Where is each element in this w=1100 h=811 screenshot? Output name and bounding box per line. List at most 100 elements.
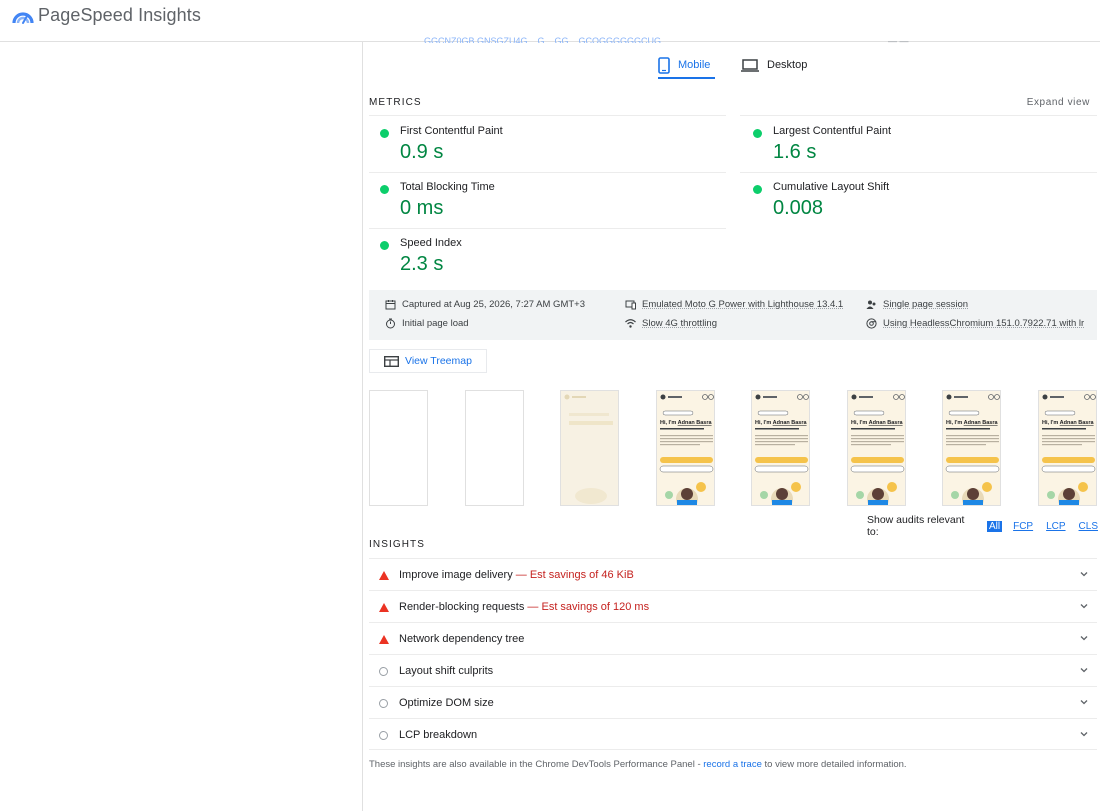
thumbnail-headline-name: Adnan Basra — [773, 420, 808, 426]
chevron-down-icon[interactable] — [1079, 665, 1089, 675]
captured-at-text: Captured at Aug 25, 2026, 7:27 AM GMT+3 — [402, 299, 585, 310]
left-divider — [362, 42, 363, 811]
devtools-note-prefix: These insights are also available in the… — [369, 759, 704, 770]
device-icon — [625, 300, 636, 310]
insight-layout-shift-culprits[interactable]: Layout shift culprits — [369, 654, 1097, 686]
insight-title: Improve image delivery — Est savings of … — [399, 569, 634, 581]
audit-filter-bar: Show audits relevant to: All FCP LCP CLS — [867, 514, 1100, 538]
thumbnail-headline-name: Adnan Basra — [678, 420, 713, 426]
chevron-down-icon[interactable] — [1079, 729, 1089, 739]
filmstrip-thumbnail: Hi, I'm Adnan Basra — [754, 394, 809, 505]
tab-desktop[interactable]: Desktop — [741, 50, 807, 80]
session-type[interactable]: Single page session — [866, 299, 968, 310]
timer-icon — [386, 318, 395, 329]
insight-savings: — Est savings of 46 KiB — [515, 569, 634, 581]
info-circle-icon — [379, 699, 388, 708]
laptop-icon — [741, 58, 759, 72]
metric-label: Largest Contentful Paint — [773, 125, 892, 137]
metric-value: 0 ms — [400, 197, 444, 219]
browser-text: Using HeadlessChromium 151.0.7922.71 wit… — [883, 318, 1085, 329]
thumbnail-headline-prefix: Hi, I'm — [660, 420, 676, 426]
pass-dot-icon — [753, 129, 762, 138]
metric-value: 2.3 s — [400, 253, 444, 275]
metrics-heading: METRICS — [369, 97, 422, 108]
pagespeed-logo-icon[interactable] — [12, 7, 34, 27]
svg-text:Hi, I'm Adnan Basra: Hi, I'm Adnan Basra — [660, 420, 712, 426]
insight-title: Layout shift culprits — [399, 665, 494, 677]
devtools-note-suffix: to view more detailed information. — [761, 759, 907, 770]
record-trace-link[interactable]: record a trace — [703, 759, 762, 770]
pass-dot-icon — [380, 185, 389, 194]
tab-desktop-label: Desktop — [767, 59, 808, 71]
metric-value: 1.6 s — [773, 141, 817, 163]
chevron-down-icon[interactable] — [1079, 633, 1089, 643]
filmstrip-frame: Hi, I'm Adnan Basra — [1038, 390, 1097, 506]
filmstrip-thumbnail: Hi, I'm Adnan Basra — [1041, 394, 1096, 505]
audit-filter-fcp[interactable]: FCP — [1011, 521, 1035, 532]
insight-savings: — Est savings of 120 ms — [527, 601, 650, 613]
expand-view-button[interactable]: Expand view — [1027, 97, 1090, 108]
clipped-summary-text-right: — — — [888, 36, 909, 43]
wifi-icon — [625, 319, 636, 328]
app-title[interactable]: PageSpeed Insights — [38, 5, 201, 26]
thumbnail-headline-name: Adnan Basra — [869, 420, 904, 426]
emulated-device[interactable]: Emulated Moto G Power with Lighthouse 13… — [625, 299, 843, 310]
thumbnail-headline-prefix: Hi, I'm — [1042, 420, 1058, 426]
insight-optimize-dom-size[interactable]: Optimize DOM size — [369, 686, 1097, 718]
filmstrip-thumbnail: Hi, I'm Adnan Basra — [659, 394, 714, 505]
audit-filter-all[interactable]: All — [986, 520, 1003, 532]
metric-label: First Contentful Paint — [400, 125, 503, 137]
clipped-summary-text: GGCNZ0GB GNSGZU4G... G... GG... GCOGGGGG… — [424, 36, 669, 43]
insight-network-dependency-tree[interactable]: Network dependency tree — [369, 622, 1097, 654]
thumbnail-headline-prefix: Hi, I'm — [946, 420, 962, 426]
pass-dot-icon — [380, 241, 389, 250]
pass-dot-icon — [380, 129, 389, 138]
svg-text:Hi, I'm Adnan Basra: Hi, I'm Adnan Basra — [755, 420, 807, 426]
insight-improve-image-delivery[interactable]: Improve image delivery — Est savings of … — [369, 558, 1097, 590]
insight-render-blocking-requests[interactable]: Render-blocking requests — Est savings o… — [369, 590, 1097, 622]
browser-version[interactable]: Using HeadlessChromium 151.0.7922.71 wit… — [866, 318, 1084, 329]
metric-divider — [740, 172, 1097, 173]
session-text: Single page session — [883, 299, 969, 310]
chevron-down-icon[interactable] — [1079, 569, 1089, 579]
metric-divider — [369, 228, 726, 229]
thumbnail-headline-name: Adnan Basra — [1060, 420, 1095, 426]
tab-mobile-label: Mobile — [678, 59, 711, 71]
audit-filter-cls[interactable]: CLS — [1077, 521, 1100, 532]
treemap-icon — [384, 355, 399, 367]
metric-value: 0.008 — [773, 197, 824, 219]
tab-mobile[interactable]: Mobile — [658, 50, 710, 80]
page-load-type: Initial page load — [385, 318, 469, 329]
page-load-text: Initial page load — [402, 318, 469, 329]
filmstrip-thumbnail — [564, 394, 613, 504]
pass-dot-icon — [753, 185, 762, 194]
run-info-panel: Captured at Aug 25, 2026, 7:27 AM GMT+3 … — [369, 290, 1097, 340]
chrome-icon — [866, 318, 877, 329]
view-treemap-button[interactable]: View Treemap — [369, 349, 487, 373]
filmstrip-frame: Hi, I'm Adnan Basra — [942, 390, 1001, 506]
phone-icon — [658, 56, 670, 74]
insight-lcp-breakdown[interactable]: LCP breakdown — [369, 718, 1097, 750]
fail-triangle-icon — [379, 603, 389, 612]
active-tab-indicator — [658, 77, 715, 79]
thumbnail-headline-prefix: Hi, I'm — [755, 420, 771, 426]
filmstrip-thumbnail: Hi, I'm Adnan Basra — [850, 394, 905, 505]
svg-text:Hi, I'm Adnan Basra: Hi, I'm Adnan Basra — [946, 420, 998, 426]
metric-label: Total Blocking Time — [400, 181, 495, 193]
fail-triangle-icon — [379, 635, 389, 644]
network-throttling[interactable]: Slow 4G throttling — [625, 318, 717, 329]
view-treemap-label: View Treemap — [405, 355, 472, 367]
chevron-down-icon[interactable] — [1079, 601, 1089, 611]
filmstrip-frame: Hi, I'm Adnan Basra — [751, 390, 810, 506]
info-circle-icon — [379, 667, 388, 676]
devtools-note: These insights are also available in the… — [369, 759, 907, 770]
audit-filter-lcp[interactable]: LCP — [1044, 521, 1067, 532]
filmstrip-frame: Hi, I'm Adnan Basra — [847, 390, 906, 506]
chevron-down-icon[interactable] — [1079, 697, 1089, 707]
calendar-icon — [385, 300, 396, 310]
insight-title: LCP breakdown — [399, 729, 478, 741]
svg-text:Hi, I'm Adnan Basra: Hi, I'm Adnan Basra — [1042, 420, 1094, 426]
filmstrip-frame: Hi, I'm Adnan Basra — [656, 390, 715, 506]
info-circle-icon — [379, 731, 388, 740]
metric-divider — [369, 172, 726, 173]
